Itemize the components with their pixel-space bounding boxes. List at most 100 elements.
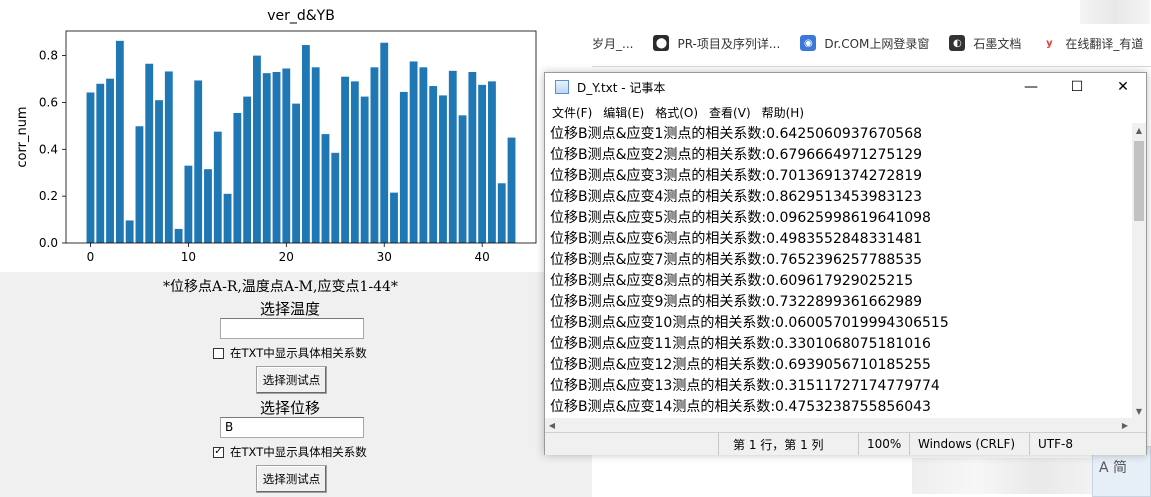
select-temperature-point-button[interactable]: 选择测试点 [256,366,327,394]
bar-chart: ver_d&YB 0 10 20 30 40 0.0 0.2 0.4 0.6 0.8 corr_num [15,8,537,264]
text-line: 位移B测点&应变4测点的相关系数:0.8629513453983123 [550,189,923,205]
menu-item[interactable]: 编辑(E) [603,104,644,121]
ime-label: A 简 [1099,460,1128,476]
text-line: 位移B测点&应变12测点的相关系数:0.6939056710185255 [550,357,931,373]
bookmark-item[interactable]: y 在线翻译_有道 [1041,35,1143,52]
bar [458,115,467,243]
status-bar: 第 1 行，第 1 列 100% Windows (CRLF) UTF-8 [545,432,1146,455]
bar [233,112,242,243]
temperature-show-coef-checkbox[interactable]: 在TXT中显示具体相关系数 [213,345,367,361]
title-bar[interactable]: D_Y.txt - 记事本 — ☐ ✕ [545,73,1146,101]
shimo-docs-icon: ◐ [949,35,966,51]
cursor-position: 第 1 行，第 1 列 [718,433,843,455]
blurred-region [912,458,1102,494]
bar [106,78,114,243]
bar [223,193,232,243]
bar [488,81,496,243]
bar [292,103,301,244]
bookmark-label: 岁月_... [592,36,634,51]
bar [311,67,320,244]
chart-title: ver_d&YB [267,8,335,24]
horizontal-scrollbar[interactable]: ◀ ▶ [545,418,1132,432]
checkbox-label: 在TXT中显示具体相关系数 [230,445,367,459]
x-tick-label: 30 [377,250,392,264]
maximize-icon[interactable]: ☐ [1054,73,1100,101]
encoding: UTF-8 [1029,433,1146,455]
bar [331,152,340,243]
scroll-thumb[interactable] [1134,141,1144,221]
temperature-input[interactable] [220,318,364,339]
checkmark-icon[interactable]: ✓ [213,446,224,458]
bookmark-item[interactable]: 岁月_... [592,35,633,52]
checkbox-box[interactable] [213,347,224,359]
bar [135,126,144,243]
bar [243,96,252,244]
bar [478,84,487,244]
scroll-left-icon[interactable]: ◀ [545,418,559,432]
menu-item[interactable]: 查看(V) [709,104,751,121]
text-line: 位移B测点&应变5测点的相关系数:0.09625998619641098 [550,210,931,226]
bar [350,81,359,243]
bar [360,96,369,244]
text-line: 位移B测点&应变14测点的相关系数:0.4753238755856043 [550,399,931,415]
scroll-down-icon[interactable]: ▼ [1132,404,1146,418]
bar [429,86,438,244]
text-editor[interactable]: 位移B测点&应变1测点的相关系数:0.6425060937670568 位移B测点… [545,123,1131,420]
bar [96,83,105,243]
bar [507,137,516,243]
bar [409,61,418,244]
displacement-input[interactable]: B [220,417,364,438]
notepad-icon [555,80,569,94]
vertical-scrollbar[interactable]: ▲ ▼ [1132,123,1146,418]
scroll-right-icon[interactable]: ▶ [1118,418,1132,432]
bar [145,63,154,243]
bookmark-item[interactable]: ◉ Dr.COM上网登录窗 [800,35,929,52]
menu-item[interactable]: 文件(F) [552,104,592,121]
text-line: 位移B测点&应变11测点的相关系数:0.3301068075181016 [550,336,931,352]
point-range-legend: *位移点A-R,温度点A-M,应变点1-44* [163,279,398,295]
bar [341,76,349,243]
bookmark-label: 石墨文档 [973,36,1022,51]
menu-item[interactable]: 格式(O) [655,104,698,121]
select-displacement-point-button[interactable]: 选择测试点 [256,465,327,493]
bar [86,92,95,243]
line-ending: Windows (CRLF) [909,433,1029,455]
bookmark-item[interactable]: ◐ 石墨文档 [949,35,1021,52]
text-line: 位移B测点&应变8测点的相关系数:0.609617929025215 [550,273,914,289]
bar [380,42,389,243]
bar [115,40,124,244]
y-tick-label: 0.6 [39,95,58,109]
temperature-label: 选择温度 [260,300,321,318]
pr-app-icon: ⬤ [653,35,670,51]
bar [399,91,408,244]
bar [204,169,212,243]
text-line: 位移B测点&应变6测点的相关系数:0.4983552848331481 [550,231,923,247]
y-tick-label: 0.8 [39,49,58,63]
zoom-level: 100% [858,433,915,455]
bar [253,55,261,244]
close-icon[interactable]: ✕ [1100,73,1146,101]
scroll-up-icon[interactable]: ▲ [1132,123,1146,137]
text-line: 位移B测点&应变7测点的相关系数:0.7652396257788535 [550,252,923,268]
x-tick-label: 10 [181,250,196,264]
bookmark-label: Dr.COM上网登录窗 [824,36,930,51]
checkbox-label: 在TXT中显示具体相关系数 [230,346,367,360]
blurred-region [1080,0,1150,24]
menu-bar: 文件(F) 编辑(E) 格式(O) 查看(V) 帮助(H) [545,101,1146,123]
displacement-label: 选择位移 [260,399,321,417]
bar [184,165,193,243]
displacement-show-coef-checkbox[interactable]: ✓ 在TXT中显示具体相关系数 [213,444,367,460]
bar [370,67,379,244]
text-line: 位移B测点&应变13测点的相关系数:0.31511727174779774 [550,378,940,394]
menu-item[interactable]: 帮助(H) [762,104,804,121]
minimize-icon[interactable]: — [1008,73,1054,101]
desktop: ver_d&YB 0 10 20 30 40 0.0 0.2 0.4 0.6 0.8 corr_num… [0,0,1151,497]
bar [262,73,271,244]
bar [448,70,457,243]
text-line: 位移B测点&应变10测点的相关系数:0.060057019994306515 [550,315,949,331]
notepad-window: D_Y.txt - 记事本 — ☐ ✕ 文件(F) 编辑(E) 格式(O) 查看(V)… [544,72,1147,455]
bar [468,71,477,243]
bookmark-item[interactable]: ⬤ PR-项目及序列详... [653,35,780,52]
correlation-app-window: ver_d&YB 0 10 20 30 40 0.0 0.2 0.4 0.6 0.8 corr_num… [0,0,592,497]
drcom-globe-icon: ◉ [800,35,817,51]
